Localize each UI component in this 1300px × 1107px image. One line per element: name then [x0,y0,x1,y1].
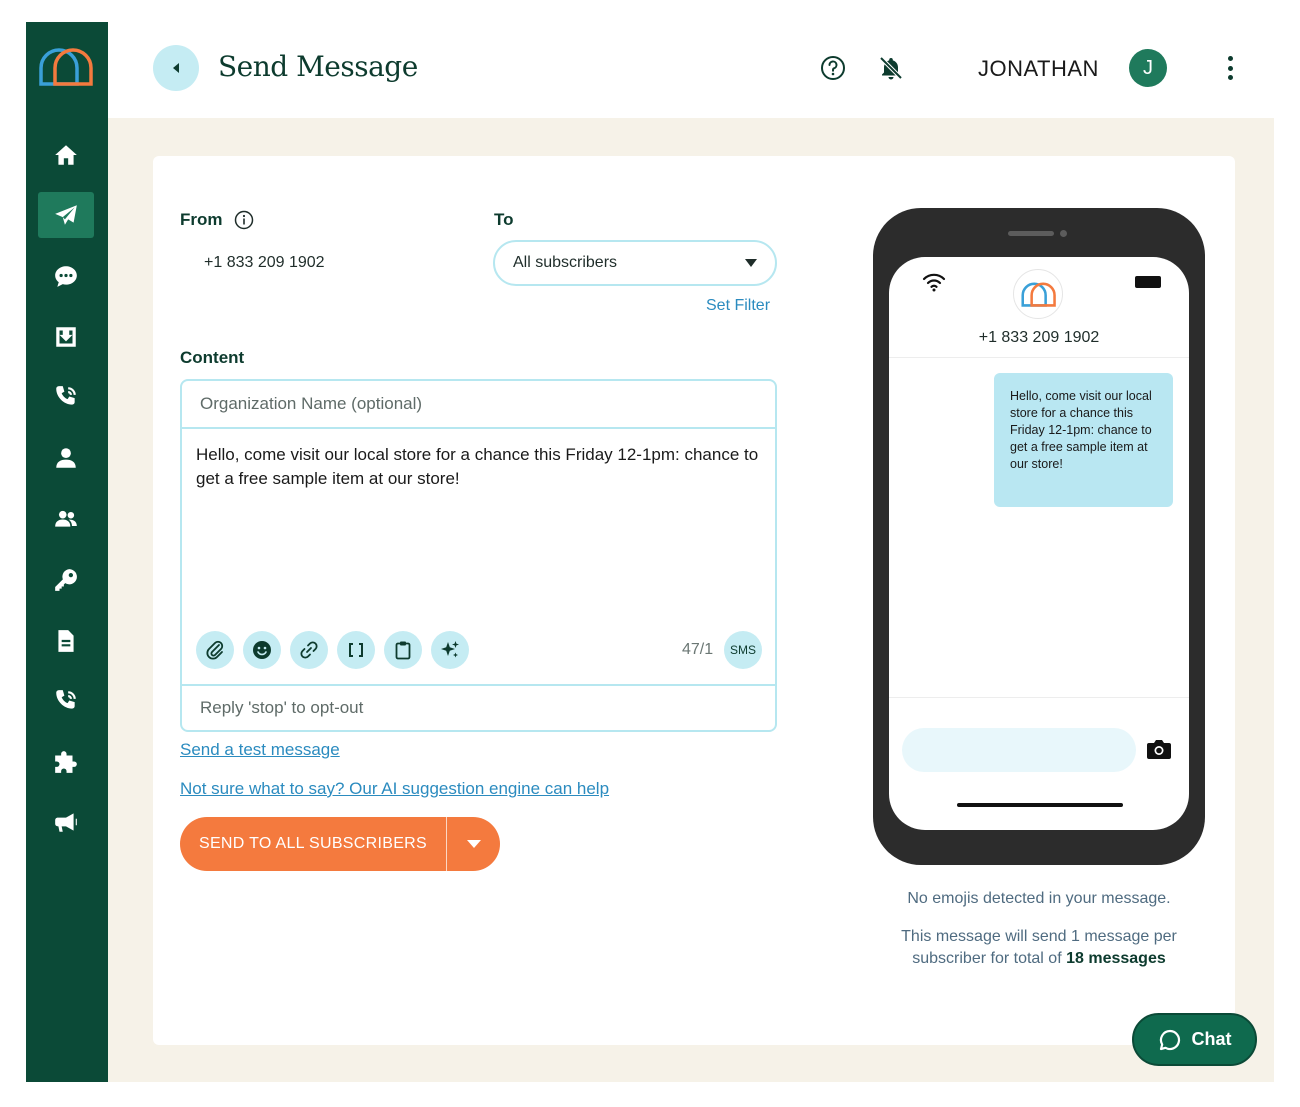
send-message-card: From +1 833 209 1902 To All subscribers … [153,156,1235,1045]
character-counter: 47/1 [682,641,714,658]
person-icon [56,448,76,468]
help-icon [821,56,845,80]
sidebar-item-inbox[interactable] [38,314,94,360]
to-label: To [494,210,514,229]
send-to-all-button[interactable]: SEND TO ALL SUBSCRIBERS [180,817,500,871]
home-icon [55,145,77,165]
sidebar-item-home[interactable] [38,132,94,178]
kebab-dot [1227,56,1233,61]
divider [889,697,1189,698]
kebab-dot [1227,65,1233,71]
emoji-note: No emojis detected in your message. [907,890,1171,907]
camera-icon [1147,740,1171,759]
from-number: +1 833 209 1902 [204,254,325,271]
ai-suggest-button[interactable] [431,631,469,669]
sidebar-item-campaigns[interactable] [38,799,94,845]
from-label: From [180,210,223,229]
send-options-dropdown[interactable] [447,840,500,848]
phone-preview: +1 833 209 1902 Hello, come visit our lo… [873,208,1205,865]
chat-icon [1159,1029,1180,1050]
puzzle-icon [55,751,77,773]
paper-plane-icon [55,205,77,225]
sidebar-item-send[interactable] [38,192,94,238]
sidebar [26,22,108,1082]
megaphone-icon [55,813,77,832]
help-button[interactable] [818,53,848,83]
kebab-dot [1227,75,1233,80]
wifi-icon [922,273,946,292]
send-test-message-link[interactable]: Send a test message [180,740,340,760]
link-button[interactable] [290,631,328,669]
recipients-select-value: All subscribers [513,254,618,271]
sidebar-item-keywords[interactable] [38,557,94,603]
phone-screen: +1 833 209 1902 Hello, come visit our lo… [889,257,1189,830]
templates-button[interactable] [384,631,422,669]
content-label: Content [180,348,245,367]
sidebar-item-groups[interactable] [38,496,94,542]
sms-badge: SMS [724,631,762,669]
phone-camera [1060,230,1067,237]
chevron-down-icon [466,840,481,848]
sidebar-item-integrations[interactable] [38,739,94,785]
inbox-download-icon [56,327,76,347]
composer-toolbar [196,631,469,669]
emoji-button[interactable] [243,631,281,669]
user-avatar[interactable]: J [1129,49,1167,87]
sidebar-item-messages[interactable] [38,253,94,299]
battery-icon [1135,276,1161,288]
brackets-icon [349,643,363,657]
bell-off-icon [879,56,903,80]
merge-field-button[interactable] [337,631,375,669]
app-window: Send Message JONATHAN J From +1 833 209 … [26,22,1274,1082]
set-filter-link[interactable]: Set Filter [706,297,770,315]
back-arrow-icon [173,63,179,73]
paperclip-icon [206,640,224,660]
send-button-label: SEND TO ALL SUBSCRIBERS [180,817,447,871]
key-icon [55,569,77,591]
chat-label: Chat [1191,1029,1232,1049]
divider [889,357,1189,358]
emoji-icon [253,641,271,659]
sidebar-item-documents[interactable] [38,618,94,664]
ai-suggestion-link[interactable]: Not sure what to say? Our AI suggestion … [180,779,609,799]
recipients-select[interactable]: All subscribers [493,240,777,286]
sidebar-item-calls[interactable] [38,374,94,420]
message-composer: Organization Name (optional) Hello, come… [180,379,777,732]
logo-icon [39,48,93,86]
sparkle-icon [441,641,459,658]
clipboard-icon [395,641,411,660]
preview-phone-number: +1 833 209 1902 [978,329,1100,346]
chat-button[interactable]: Chat [1132,1013,1257,1066]
back-button[interactable] [153,45,199,91]
attach-button[interactable] [196,631,234,669]
link-icon [300,641,318,659]
info-icon[interactable] [234,210,254,230]
chevron-down-icon [745,259,757,267]
sidebar-item-voice[interactable] [38,678,94,724]
home-indicator [957,803,1123,807]
message-textarea[interactable]: Hello, come visit our local store for a … [196,443,761,491]
people-icon [55,510,77,527]
more-options-button[interactable] [1218,52,1242,84]
message-bubble: Hello, come visit our local store for a … [994,373,1173,507]
organization-name-input[interactable]: Organization Name (optional) [182,381,775,429]
username: JONATHAN [978,56,1099,81]
document-icon [58,630,74,652]
chat-bubble-icon [55,266,77,287]
header: Send Message JONATHAN J [108,22,1274,118]
phone-call-icon [56,690,76,709]
message-count-note: This message will send 1 message per sub… [873,926,1205,970]
sender-avatar [1013,269,1063,319]
phone-speaker [1008,231,1054,236]
message-count-total: 18 messages [1066,950,1166,967]
optout-footer: Reply 'stop' to opt-out [182,684,775,730]
preview-input [902,728,1136,772]
page-title: Send Message [218,50,418,83]
notifications-off-button[interactable] [876,53,906,83]
sidebar-item-contact[interactable] [38,435,94,481]
phone-call-icon [56,386,76,405]
logo-icon [1021,282,1056,307]
